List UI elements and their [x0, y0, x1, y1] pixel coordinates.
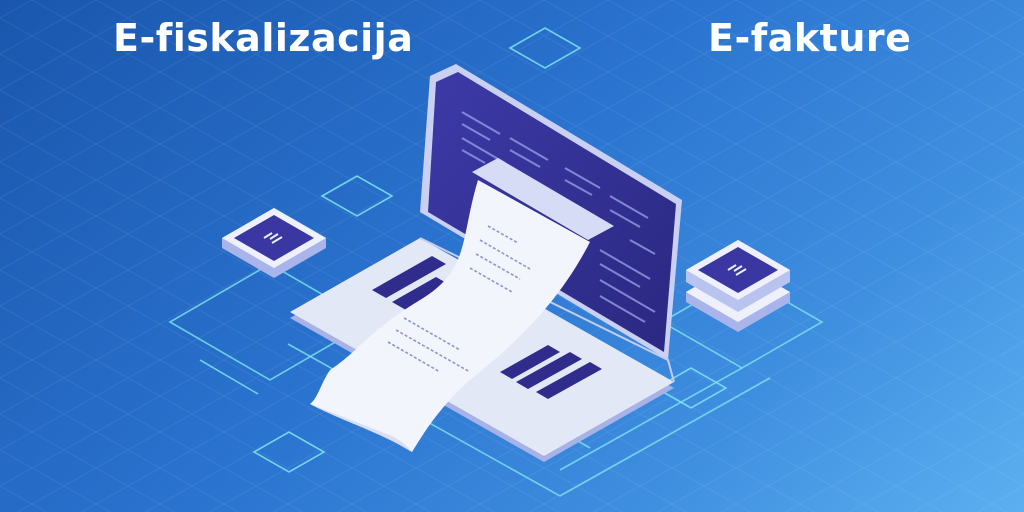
heading-e-fakture: E-fakture	[708, 16, 912, 60]
heading-e-fiskalizacija: E-fiskalizacija	[113, 16, 414, 60]
hero-banner: E-fiskalizacija E-fakture	[0, 0, 1024, 512]
illustration	[0, 0, 1024, 512]
